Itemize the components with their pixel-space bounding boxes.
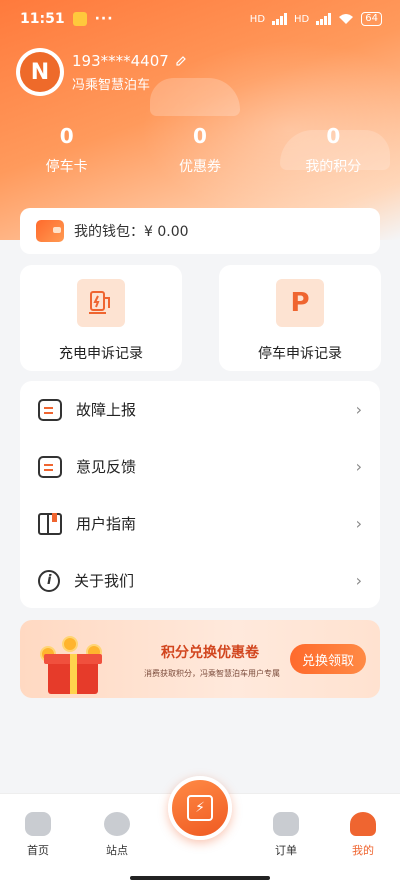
tab-order[interactable]: 订单 <box>256 812 316 858</box>
wallet-balance: 我的钱包：¥ 0.00 <box>74 224 189 240</box>
stat-label: 优惠券 <box>178 159 221 175</box>
logo-icon: N <box>20 52 60 92</box>
chevron-right-icon: › <box>355 571 362 590</box>
stats-row: 0 停车卡 0 优惠券 0 我的积分 <box>0 124 400 176</box>
stat-label: 我的积分 <box>305 159 362 175</box>
signal-icon <box>316 13 332 25</box>
promo-subtitle: 消费获取积分，冯乘智慧泊车用户专属 <box>144 669 280 678</box>
info-icon <box>38 569 60 592</box>
tab-label: 订单 <box>275 844 297 857</box>
network-label: HD <box>249 13 266 25</box>
promo-title: 积分兑换优惠卷 <box>161 645 259 661</box>
network-label: HD <box>294 13 310 25</box>
charging-station-icon <box>89 291 110 314</box>
edit-icon[interactable] <box>175 55 187 67</box>
battery-icon: 64 <box>361 12 382 26</box>
stat-value: 0 <box>326 124 341 148</box>
redeem-button[interactable]: 兑换领取 <box>290 644 366 674</box>
charging-icon <box>77 279 125 327</box>
home-indicator[interactable] <box>130 876 270 880</box>
stat-points[interactable]: 0 我的积分 <box>273 124 393 176</box>
wifi-icon <box>339 14 354 24</box>
gift-box-icon <box>38 636 108 694</box>
tab-home[interactable]: 首页 <box>8 812 68 858</box>
scan-button[interactable]: ⚡ <box>168 776 232 840</box>
tab-label: 首页 <box>27 844 49 857</box>
signal-icon <box>272 13 288 25</box>
parking-icon: P <box>276 279 324 327</box>
chevron-right-icon: › <box>355 400 362 419</box>
user-phone: 193****4407 <box>72 51 169 70</box>
points-exchange-banner[interactable]: 积分兑换优惠卷 消费获取积分，冯乘智慧泊车用户专属 兑换领取 <box>20 620 380 698</box>
order-icon <box>273 812 299 836</box>
notification-app-icon <box>72 12 87 26</box>
chat-icon <box>38 455 62 478</box>
parking-complaint-records-button[interactable]: P 停车申诉记录 <box>219 265 381 371</box>
menu-item-about-us[interactable]: 关于我们 › <box>20 552 380 609</box>
status-time: 11:51 <box>20 11 65 27</box>
scan-charge-icon: ⚡ <box>187 795 213 821</box>
stat-label: 停车卡 <box>45 159 88 175</box>
tab-mine[interactable]: 我的 <box>333 812 393 858</box>
menu-item-user-guide[interactable]: 用户指南 › <box>20 495 380 552</box>
avatar[interactable]: N <box>16 48 64 96</box>
tab-label: 站点 <box>106 844 128 857</box>
brand-name: 冯乘智慧泊车 <box>72 77 151 93</box>
profile-header[interactable]: N 193****4407 冯乘智慧泊车 <box>16 48 187 96</box>
book-icon <box>38 512 62 535</box>
stat-value: 0 <box>59 124 74 148</box>
menu-item-fault-report[interactable]: 故障上报 › <box>20 381 380 438</box>
parking-records-label: 停车申诉记录 <box>258 346 342 362</box>
menu-item-label: 用户指南 <box>76 515 137 533</box>
chevron-right-icon: › <box>355 457 362 476</box>
tab-label: 我的 <box>352 844 374 857</box>
wallet-card[interactable]: 我的钱包：¥ 0.00 <box>20 208 380 254</box>
menu-item-label: 意见反馈 <box>76 458 137 476</box>
chat-icon <box>38 398 62 421</box>
stat-value: 0 <box>193 124 207 148</box>
charging-complaint-records-button[interactable]: 充电申诉记录 <box>20 265 182 371</box>
home-icon <box>25 812 51 836</box>
menu-item-feedback[interactable]: 意见反馈 › <box>20 438 380 495</box>
wallet-icon <box>36 220 64 242</box>
menu-item-label: 故障上报 <box>76 401 137 419</box>
user-icon <box>350 812 376 836</box>
charging-records-label: 充电申诉记录 <box>59 346 143 362</box>
stat-coupons[interactable]: 0 优惠券 <box>140 124 260 176</box>
stat-parking-card[interactable]: 0 停车卡 <box>7 124 127 176</box>
menu-item-label: 关于我们 <box>74 572 135 590</box>
chevron-right-icon: › <box>355 514 362 533</box>
tab-site[interactable]: 站点 <box>87 812 147 858</box>
location-icon <box>104 812 130 836</box>
more-notifications-icon: ··· <box>94 11 114 27</box>
settings-menu: 故障上报 › 意见反馈 › 用户指南 › 关于我们 › <box>20 381 380 608</box>
status-bar: 11:51 ··· HD HD 64 <box>0 0 400 38</box>
